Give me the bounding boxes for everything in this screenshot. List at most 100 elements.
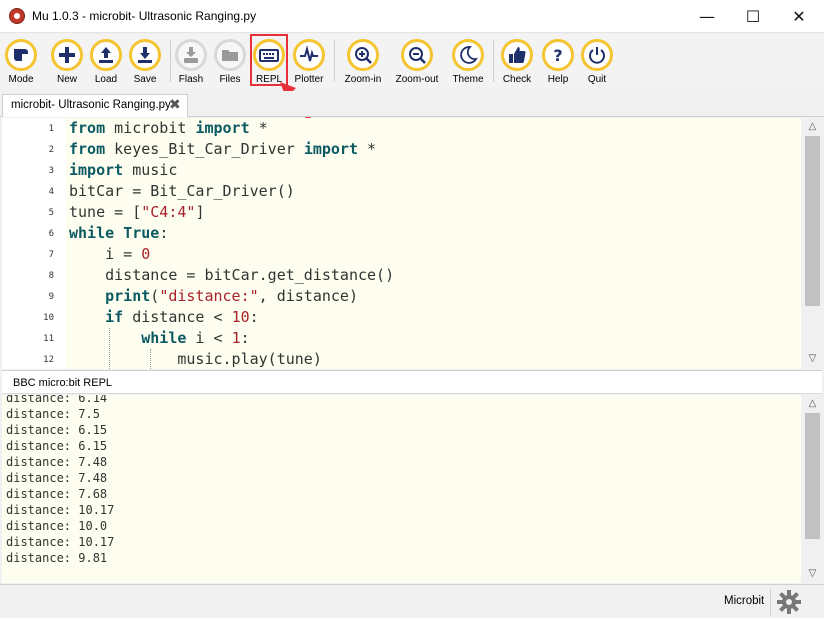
repl-line: distance: 9.81 [6, 551, 108, 565]
line-number: 11 [43, 334, 54, 344]
upload-icon [90, 39, 122, 71]
zoom-in-button[interactable]: Zoom-in [340, 37, 386, 89]
repl-line: distance: 6.14 [6, 395, 108, 405]
code-text: while i < 1: [141, 329, 250, 347]
code-text: while True: [69, 224, 169, 242]
repl-line: distance: 10.17 [6, 535, 115, 549]
line-number: 5 [48, 208, 54, 218]
tab-bar: microbit- Ultrasonic Ranging.py ✖ [0, 91, 824, 117]
status-bar: Microbit [0, 584, 824, 618]
code-editor[interactable]: 1 from microbit import * 2 from keyes_Bi… [2, 118, 801, 369]
repl-title: BBC micro:bit REPL [13, 377, 113, 389]
quit-button[interactable]: Quit [574, 37, 620, 89]
scroll-up-arrow-icon[interactable]: △ [803, 118, 822, 135]
toolbar: Mode New Load Save Flash Files REPL Plot… [0, 34, 824, 89]
mode-icon [5, 39, 37, 71]
moon-icon [452, 39, 484, 71]
mode-indicator[interactable]: Microbit [724, 595, 764, 607]
theme-button[interactable]: Theme [445, 37, 491, 89]
indent-guide [150, 349, 151, 369]
code-text: i = 0 [69, 245, 151, 263]
tab-ultrasonic-ranging[interactable]: microbit- Ultrasonic Ranging.py ✖ [2, 94, 188, 117]
plus-icon [51, 39, 83, 71]
code-text: bitCar = Bit_Car_Driver() [69, 182, 295, 200]
code-line: 4 bitCar = Bit_Car_Driver() [2, 181, 801, 202]
close-window-button[interactable]: ✕ [776, 0, 822, 33]
repl-line: distance: 7.68 [6, 487, 108, 501]
scrollbar-thumb[interactable] [805, 413, 820, 539]
line-number: 2 [48, 145, 54, 155]
maximize-button[interactable]: ☐ [730, 0, 776, 33]
line-number: 6 [48, 229, 54, 239]
repl-scrollbar[interactable]: △ ▽ [803, 395, 822, 583]
code-text: from microbit import * [69, 119, 268, 137]
repl-output[interactable]: distance: 6.14 distance: 7.5 distance: 6… [2, 395, 801, 583]
svg-text:?: ? [553, 46, 562, 65]
window-title: Mu 1.0.3 - microbit- Ultrasonic Ranging.… [32, 9, 257, 23]
code-line: 7 i = 0 [2, 244, 801, 265]
code-line: 3 import music [2, 160, 801, 181]
repl-line: distance: 6.15 [6, 423, 108, 437]
repl-line: distance: 7.5 [6, 407, 100, 421]
line-number: 3 [48, 166, 54, 176]
code-line: 12 music.play(tune) [2, 349, 801, 369]
zoom-in-label: Zoom-in [344, 74, 382, 85]
code-text: distance = bitCar.get_distance() [69, 266, 395, 284]
question-icon: ? [542, 39, 574, 71]
scrollbar-thumb[interactable] [805, 136, 820, 306]
code-line: 2 from keyes_Bit_Car_Driver import * [2, 139, 801, 160]
code-line: 5 tune = ["C4:4"] [2, 202, 801, 223]
title-bar: Mu 1.0.3 - microbit- Ultrasonic Ranging.… [0, 0, 824, 33]
repl-line: distance: 6.15 [6, 439, 108, 453]
code-text: from keyes_Bit_Car_Driver import * [69, 140, 377, 158]
zoom-out-label: Zoom-out [395, 74, 439, 85]
line-number: 4 [48, 187, 54, 197]
pulse-icon [293, 39, 325, 71]
power-icon [581, 39, 613, 71]
thumbs-up-icon [501, 39, 533, 71]
zoom-out-icon [401, 39, 433, 71]
keyboard-icon [253, 39, 285, 71]
close-tab-icon[interactable]: ✖ [169, 97, 181, 113]
download-icon [129, 39, 161, 71]
zoom-in-icon [347, 39, 379, 71]
line-number: 1 [48, 124, 54, 134]
repl-line: distance: 7.48 [6, 471, 108, 485]
folder-icon [214, 39, 246, 71]
code-text: import music [69, 161, 178, 179]
repl-line: distance: 10.0 [6, 519, 108, 533]
repl-line: distance: 7.48 [6, 455, 108, 469]
tab-label: microbit- Ultrasonic Ranging.py [11, 99, 171, 111]
flash-icon [175, 39, 207, 71]
line-number: 12 [43, 355, 54, 365]
code-line: 6 while True: [2, 223, 801, 244]
line-number: 7 [48, 250, 54, 260]
status-separator [770, 589, 771, 615]
gear-icon[interactable] [776, 589, 802, 615]
code-line: 11 while i < 1: [2, 328, 801, 349]
code-text: if distance < 10: [105, 308, 259, 326]
repl-line: distance: 10.17 [6, 503, 115, 517]
code-text: tune = ["C4:4"] [69, 203, 205, 221]
line-number: 9 [48, 292, 54, 302]
plotter-button[interactable]: Plotter [286, 37, 332, 89]
scroll-up-arrow-icon[interactable]: △ [803, 395, 822, 412]
code-text: music.play(tune) [69, 350, 322, 368]
scroll-down-arrow-icon[interactable]: ▽ [803, 565, 822, 582]
minimize-button[interactable]: — [684, 0, 730, 33]
code-text: print("distance:", distance) [105, 287, 358, 305]
plotter-label: Plotter [294, 74, 324, 85]
line-number: 10 [43, 313, 54, 323]
code-line: 8 distance = bitCar.get_distance() [2, 265, 801, 286]
zoom-out-button[interactable]: Zoom-out [394, 37, 440, 89]
quit-label: Quit [587, 74, 607, 85]
editor-scrollbar[interactable]: △ ▽ [803, 118, 822, 369]
scroll-down-arrow-icon[interactable]: ▽ [803, 350, 822, 367]
indent-guide [109, 328, 110, 369]
line-number: 8 [48, 271, 54, 281]
code-line: 9 print("distance:", distance) [2, 286, 801, 307]
code-line: 1 from microbit import * [2, 118, 801, 139]
mu-app-icon [9, 8, 25, 24]
repl-pane-header: BBC micro:bit REPL [2, 370, 822, 394]
code-line: 10 if distance < 10: [2, 307, 801, 328]
